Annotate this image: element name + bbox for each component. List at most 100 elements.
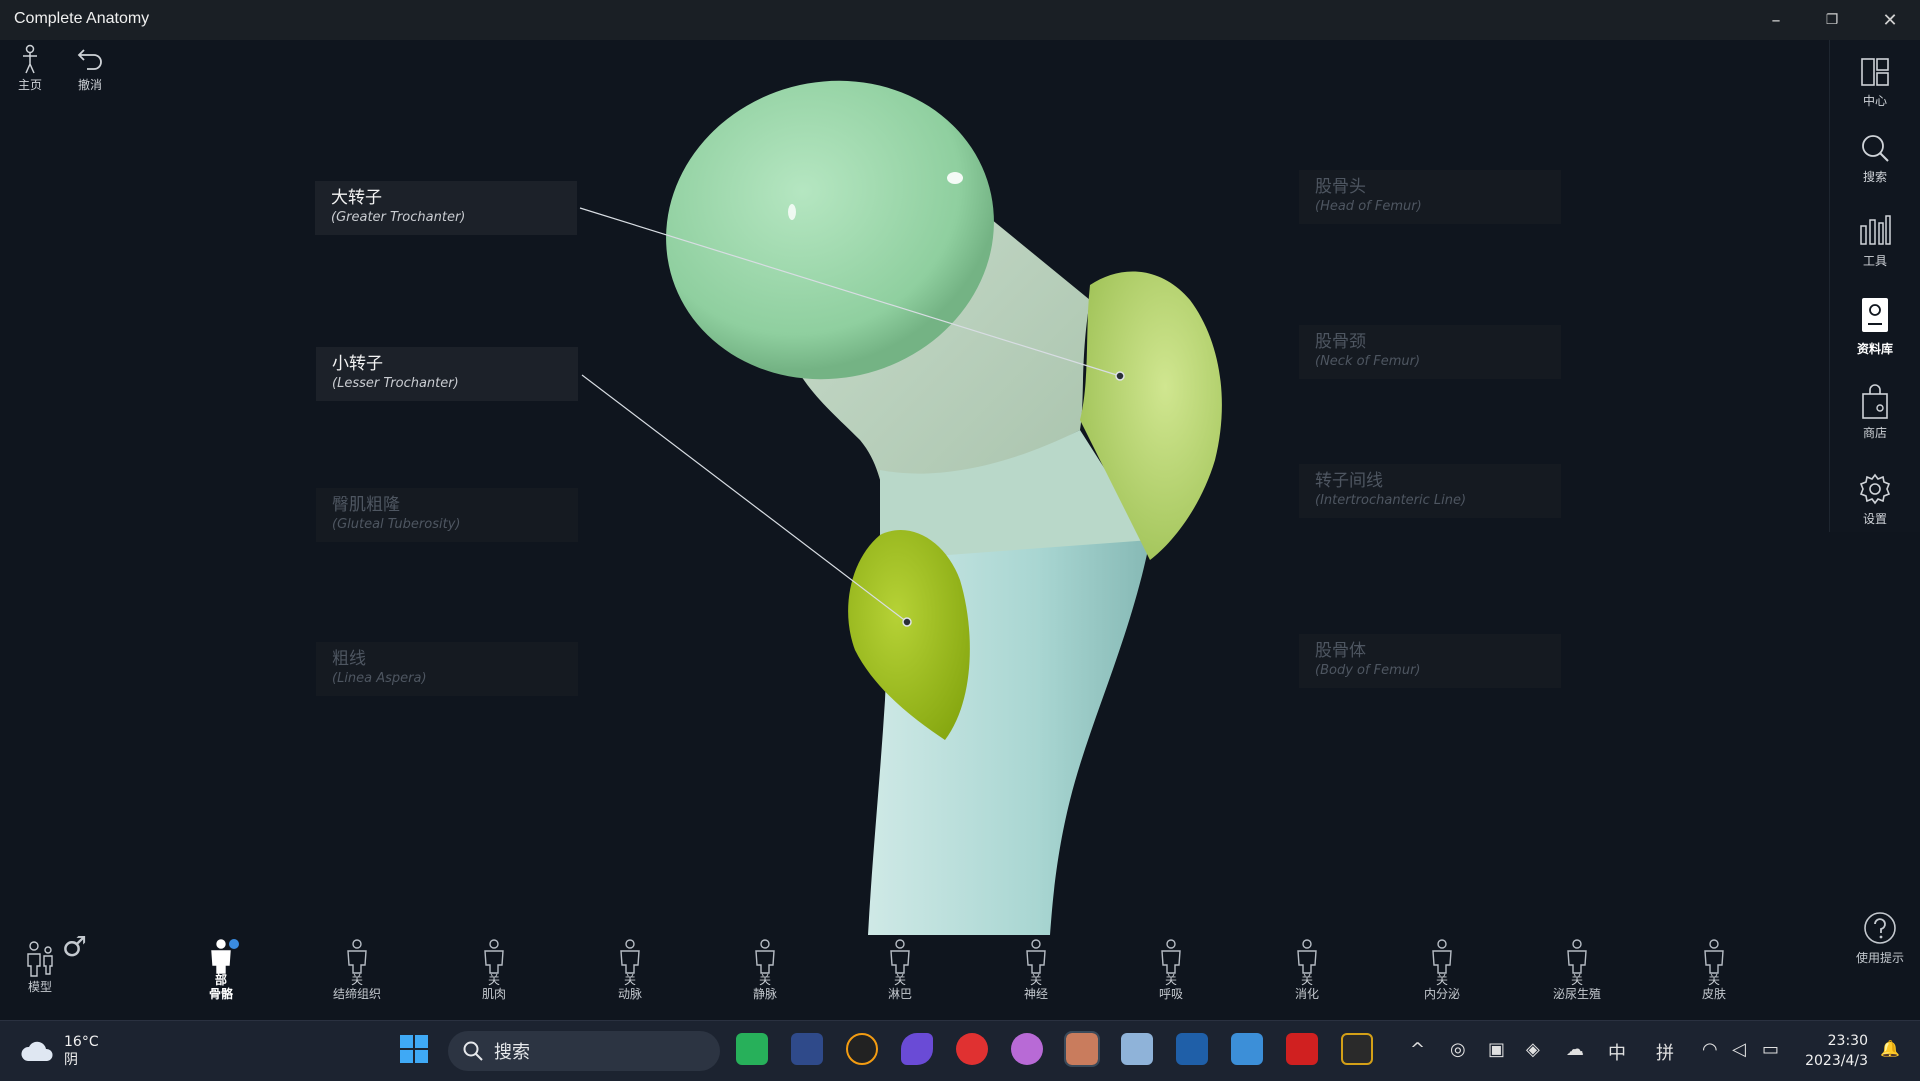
pin-lesser-trochanter[interactable] [902,617,912,627]
system-toggle-label: 关 [1570,973,1583,987]
app-icon-monitor[interactable] [1176,1033,1208,1065]
tray-app-icon[interactable]: ◎ [1450,1039,1466,1060]
system-name-label: 神经 [1023,987,1048,1001]
clock[interactable]: 23:30 2023/4/3 [1800,1031,1868,1071]
cloud-icon [21,1041,53,1061]
shop-label: 商店 [1862,426,1887,440]
app-icon-complete-anatomy[interactable] [1064,1031,1100,1067]
label-linea-aspera[interactable]: 粗线 (Linea Aspera) [316,642,578,696]
system-toggle-label: 关 [893,973,906,987]
tools-button[interactable]: 工具 [1830,212,1920,269]
system-item-0[interactable]: 部骨骼 [176,938,266,1002]
tray-cat-icon[interactable]: ▣ [1488,1039,1505,1060]
notification-bell-icon[interactable]: 🔔 [1880,1039,1900,1058]
settings-label: 设置 [1862,512,1887,526]
ime-lang[interactable]: 中 [1608,1039,1626,1065]
library-button[interactable]: 资料库 [1830,296,1920,357]
shop-button[interactable]: 商店 [1830,384,1920,441]
system-toggle-label: 关 [1164,973,1177,987]
label-en: (Intertrochanteric Line) [1315,493,1467,508]
system-item-3[interactable]: 关动脉 [585,938,675,1002]
right-panel: 中心 搜索 工具 资料库 商店 设置 [1829,40,1920,532]
help-icon [1864,912,1896,944]
gender-male-icon[interactable]: ♂ [62,930,87,963]
system-toggle-label: 关 [1300,973,1313,987]
label-zh: 小转子 [332,354,383,374]
label-gluteal-tuberosity[interactable]: 臀肌粗隆 (Gluteal Tuberosity) [316,488,578,542]
label-body-of-femur[interactable]: 股骨体 (Body of Femur) [1299,634,1561,688]
system-name-label: 内分泌 [1423,987,1460,1001]
system-item-8[interactable]: 关消化 [1262,938,1352,1002]
body-figure-icon [1432,939,1452,974]
label-en: (Head of Femur) [1315,199,1422,214]
system-item-7[interactable]: 关呼吸 [1126,938,1216,1002]
body-figure-icon [890,939,910,974]
body-figure-icon [211,939,239,974]
body-figure-icon [347,939,367,974]
label-head-of-femur[interactable]: 股骨头 (Head of Femur) [1299,170,1561,224]
taskbar-search[interactable]: 搜索 [448,1031,720,1071]
settings-button[interactable]: 设置 [1830,472,1920,527]
weather-desc: 阴 [64,1052,78,1068]
label-en: (Linea Aspera) [332,671,427,686]
app-icon-music[interactable] [956,1033,988,1065]
system-name-label: 消化 [1294,987,1319,1001]
tray-chevron-icon[interactable]: ^ [1410,1039,1425,1060]
label-intertrochanteric-line[interactable]: 转子间线 (Intertrochanteric Line) [1299,464,1561,518]
system-item-2[interactable]: 关肌肉 [449,938,539,1002]
label-en: (Body of Femur) [1315,663,1421,678]
system-item-1[interactable]: 关结缔组织 [312,938,402,1002]
model-people-icon [27,941,53,977]
body-figure-icon [755,939,775,974]
system-toggle-label: 关 [350,973,363,987]
head-highlight [947,172,963,184]
label-zh: 股骨颈 [1315,332,1366,352]
label-zh: 转子间线 [1315,471,1383,491]
app-icon-purple[interactable] [1011,1033,1043,1065]
label-greater-trochanter[interactable]: 大转子 (Greater Trochanter) [315,181,577,235]
system-name-label: 皮肤 [1701,987,1726,1001]
tray-cloud-icon[interactable]: ☁ [1566,1039,1584,1060]
search-button[interactable]: 搜索 [1830,132,1920,185]
label-en: (Neck of Femur) [1315,354,1421,369]
system-name-label: 肌肉 [481,987,506,1001]
wifi-icon[interactable]: ◠ [1702,1039,1718,1060]
label-en: (Greater Trochanter) [331,210,466,225]
system-item-5[interactable]: 关淋巴 [855,938,945,1002]
app-icon-game[interactable] [791,1033,823,1065]
app-icon-photos[interactable] [1231,1033,1263,1065]
system-item-6[interactable]: 关神经 [991,938,1081,1002]
ime-mode[interactable]: 拼 [1656,1039,1674,1065]
layout-icon [1861,58,1889,86]
label-neck-of-femur[interactable]: 股骨颈 (Neck of Femur) [1299,325,1561,379]
hub-button[interactable]: 中心 [1830,56,1920,109]
system-item-9[interactable]: 关内分泌 [1397,938,1487,1002]
search-icon [463,1041,483,1061]
model-label: 模型 [27,980,52,994]
gear-icon [1859,473,1891,505]
body-figure-icon [1161,939,1181,974]
app-icon-explorer[interactable] [1121,1033,1153,1065]
clock-date: 2023/4/3 [1805,1053,1868,1069]
app-icon-league[interactable] [1341,1033,1373,1065]
windows-start-icon[interactable] [398,1033,430,1065]
pin-greater-trochanter[interactable] [1115,371,1125,381]
tray-qq-icon[interactable]: ◈ [1526,1039,1540,1060]
weather-widget[interactable]: 16°C 阴 [20,1033,99,1069]
label-lesser-trochanter[interactable]: 小转子 (Lesser Trochanter) [316,347,578,401]
app-icon-browser[interactable] [846,1033,878,1065]
label-zh: 股骨头 [1315,177,1366,197]
app-icon-pdf[interactable] [1286,1033,1318,1065]
search-label: 搜索 [1862,170,1887,184]
taskbar: 16°C 阴 搜索 ^ ◎ ▣ ◈ ☁ 中 拼 ◠ ◁ ▭ 23:30 2023… [0,1020,1920,1081]
battery-icon[interactable]: ▭ [1762,1039,1779,1060]
volume-icon[interactable]: ◁ [1732,1039,1746,1060]
app-icon-obsidian[interactable] [901,1033,933,1065]
body-figure-icon [484,939,504,974]
app-icon-sheets[interactable] [736,1033,768,1065]
femur-model[interactable] [0,0,1920,1080]
system-item-10[interactable]: 关泌尿生殖 [1532,938,1622,1002]
system-item-11[interactable]: 关皮肤 [1669,938,1759,1002]
system-item-4[interactable]: 关静脉 [720,938,810,1002]
help-button[interactable]: 使用提示 [1840,910,1920,966]
